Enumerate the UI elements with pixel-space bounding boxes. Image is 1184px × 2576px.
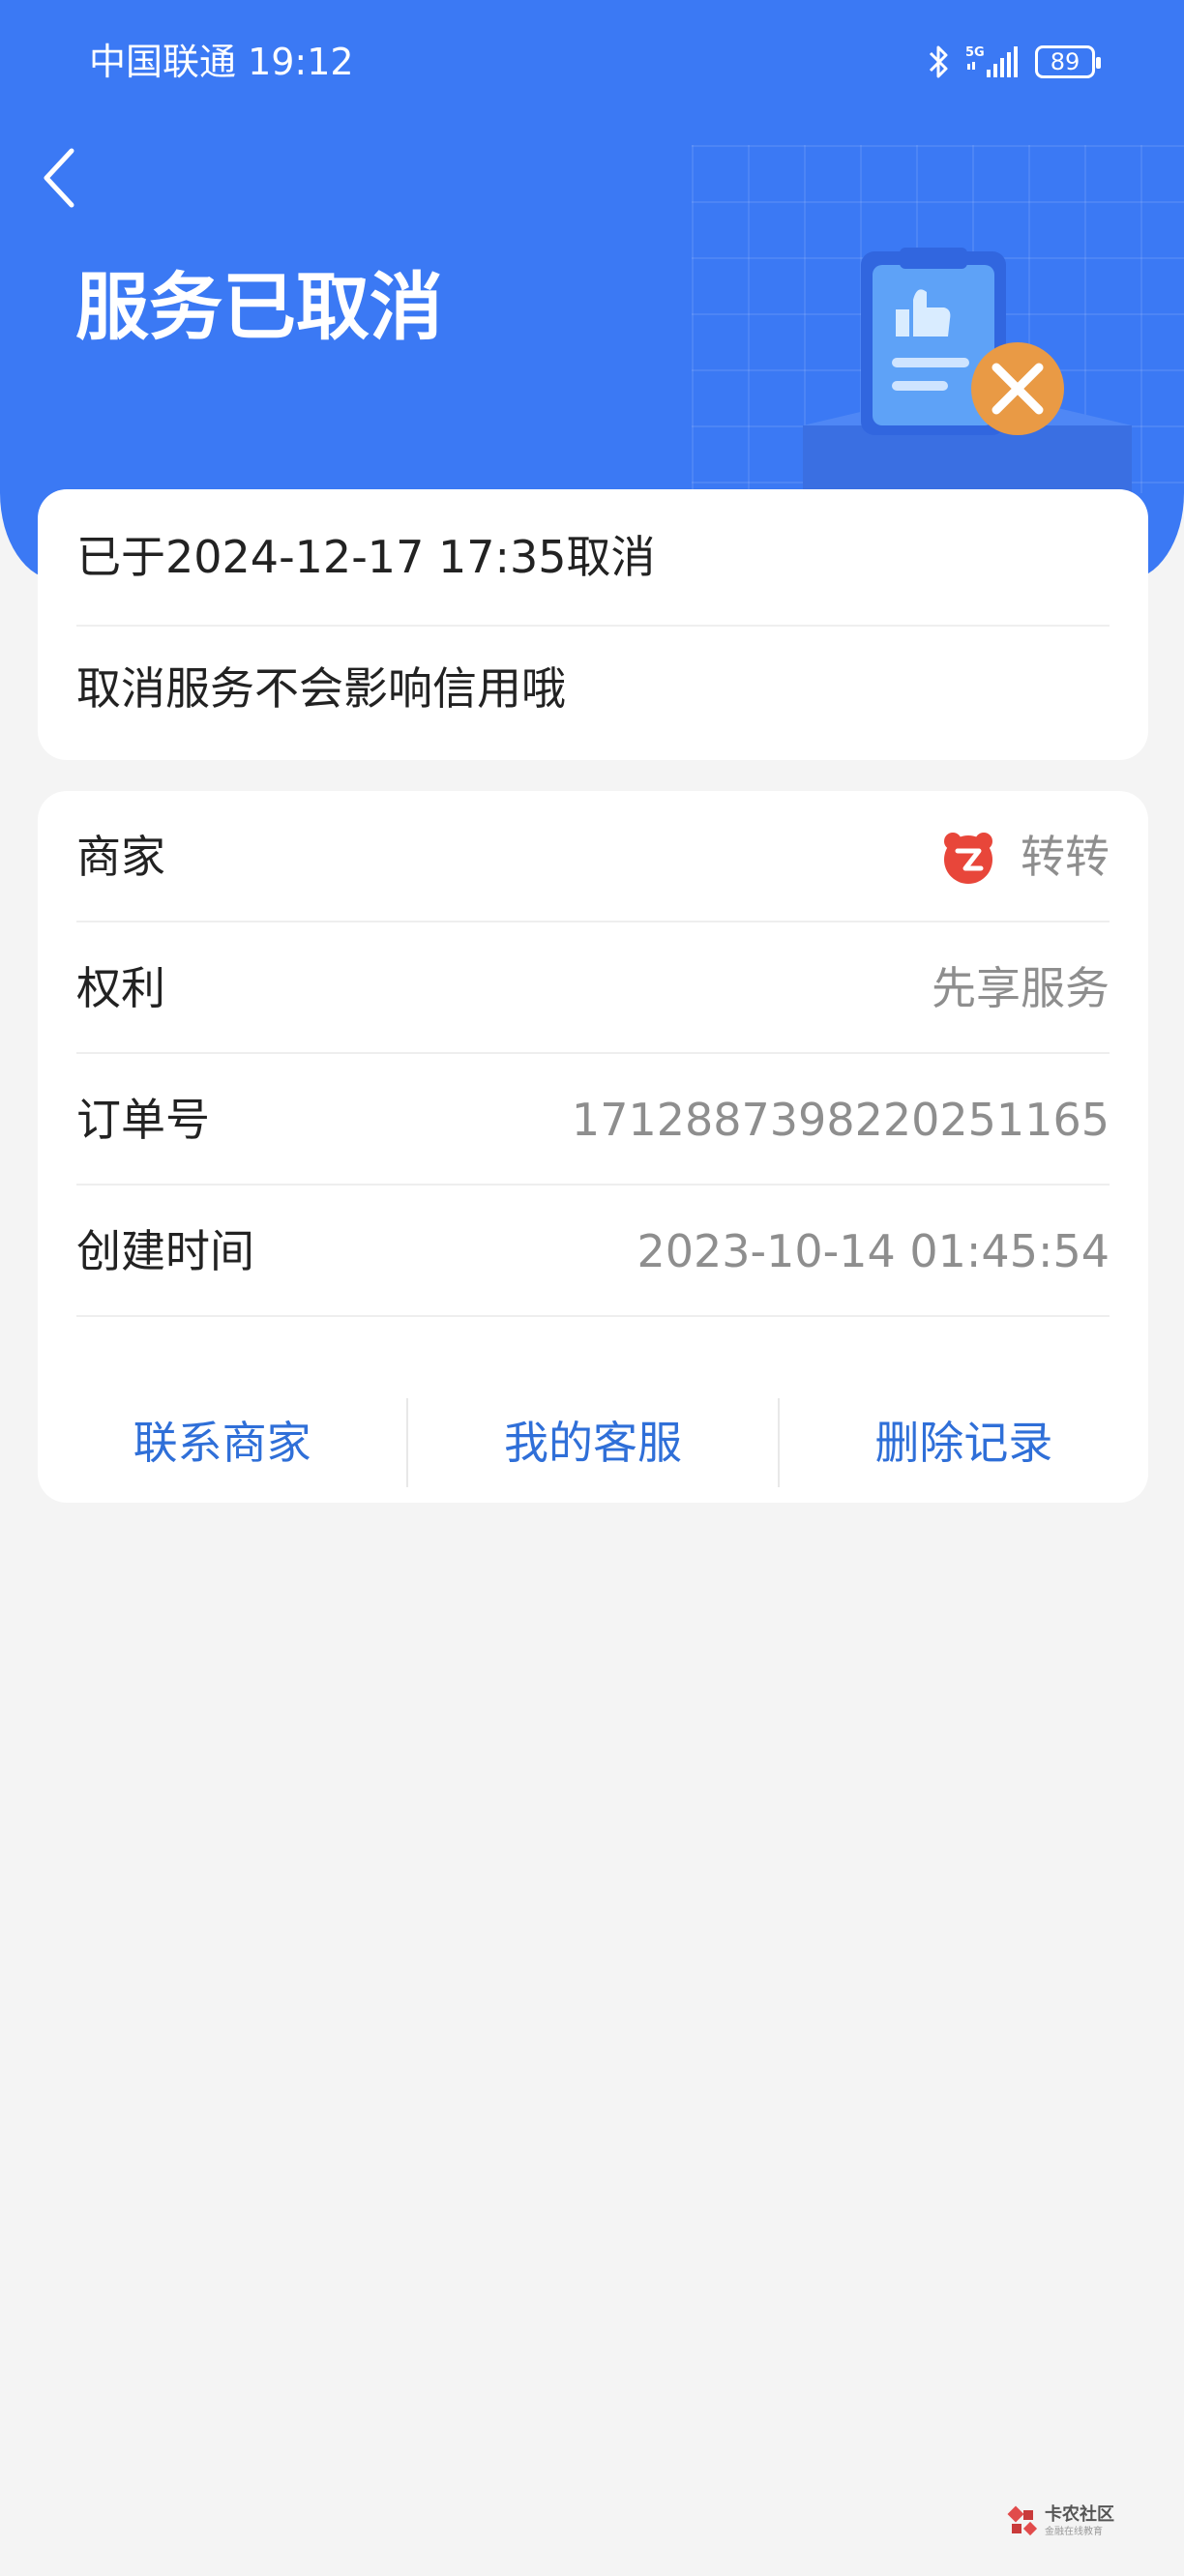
delete-record-button[interactable]: 删除记录 bbox=[780, 1414, 1148, 1472]
divider bbox=[76, 625, 1110, 627]
watermark-logo-icon bbox=[1007, 2505, 1038, 2536]
my-customer-service-button[interactable]: 我的客服 bbox=[408, 1414, 777, 1472]
created-time-row: 创建时间 2023-10-14 01:45:54 bbox=[76, 1186, 1110, 1317]
cancel-time-text: 已于2024-12-17 17:35取消 bbox=[76, 531, 656, 583]
order-number-row: 订单号 1712887398220251165 bbox=[76, 1054, 1110, 1186]
order-number-label: 订单号 bbox=[76, 1094, 210, 1146]
watermark-subtitle: 金融在线教育 bbox=[1045, 2527, 1103, 2537]
order-number-value: 1712887398220251165 bbox=[571, 1094, 1110, 1146]
merchant-row: 商家 转转 bbox=[76, 791, 1110, 922]
page-title: 服务已取消 bbox=[75, 264, 443, 350]
back-arrow-icon[interactable] bbox=[37, 143, 83, 213]
signal-icon: 5G bbox=[965, 45, 1018, 77]
created-time-value: 2023-10-14 01:45:54 bbox=[636, 1225, 1110, 1277]
created-time-label: 创建时间 bbox=[76, 1225, 254, 1277]
battery-level: 89 bbox=[1050, 48, 1080, 75]
merchant-name: 转转 bbox=[1021, 831, 1110, 883]
merchant-value: 转转 bbox=[939, 828, 1110, 886]
cancelled-document-illustration bbox=[803, 248, 1132, 493]
status-icons: 5G 89 bbox=[925, 41, 1101, 83]
merchant-label: 商家 bbox=[76, 831, 165, 883]
status-bar: 中国联通 19:12 5G 89 bbox=[0, 0, 1184, 124]
contact-merchant-button[interactable]: 联系商家 bbox=[38, 1414, 406, 1472]
zhuanzhuan-logo-icon bbox=[944, 833, 992, 884]
order-info-card: 商家 转转 权利 先享服务 订单号 1712887398220251165 创建… bbox=[38, 791, 1148, 1503]
credit-note-text: 取消服务不会影响信用哦 bbox=[76, 662, 566, 715]
carrier-time: 中国联通 19:12 bbox=[89, 41, 354, 83]
bluetooth-icon bbox=[929, 45, 948, 78]
rights-row: 权利 先享服务 bbox=[76, 922, 1110, 1054]
watermark: 卡农社区 金融在线教育 bbox=[1006, 2504, 1132, 2543]
cancel-info-card: 已于2024-12-17 17:35取消 取消服务不会影响信用哦 bbox=[38, 489, 1148, 760]
rights-label: 权利 bbox=[76, 962, 165, 1014]
rights-value: 先享服务 bbox=[932, 962, 1110, 1014]
watermark-name: 卡农社区 bbox=[1045, 2504, 1114, 2525]
network-type: 5G bbox=[965, 45, 985, 60]
action-bar: 联系商家 我的客服 删除记录 bbox=[38, 1383, 1148, 1503]
battery-icon: 89 bbox=[1035, 45, 1101, 78]
